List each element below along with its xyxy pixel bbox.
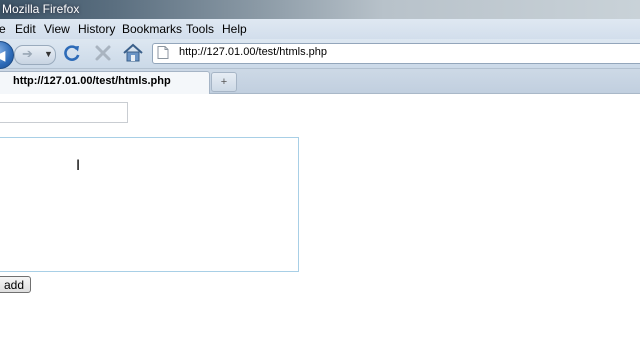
menu-tools[interactable]: Tools xyxy=(186,22,214,36)
textarea[interactable] xyxy=(0,137,299,272)
title-bar: Mozilla Firefox xyxy=(0,0,640,19)
plus-icon: + xyxy=(220,76,228,88)
menu-help[interactable]: Help xyxy=(222,22,247,36)
text-cursor-icon: I xyxy=(76,158,81,174)
window-title: Mozilla Firefox xyxy=(2,2,80,16)
stop-icon[interactable] xyxy=(93,43,113,63)
tab-title[interactable]: http://127.01.00/test/htmls.php xyxy=(13,75,171,87)
reload-icon[interactable] xyxy=(62,43,82,63)
menu-history[interactable]: History xyxy=(78,22,115,36)
menu-edit[interactable]: Edit xyxy=(15,22,36,36)
url-text[interactable]: http://127.01.00/test/htmls.php xyxy=(179,46,327,58)
menu-bookmarks[interactable]: Bookmarks xyxy=(122,22,182,36)
menu-view[interactable]: View xyxy=(44,22,70,36)
home-icon[interactable] xyxy=(122,42,144,64)
back-arrow-icon: ◀ xyxy=(0,47,5,63)
add-button[interactable]: add xyxy=(0,276,31,293)
history-dropdown-icon[interactable]: ▼ xyxy=(44,45,53,63)
page-icon xyxy=(157,46,169,59)
menu-bar: e Edit View History Bookmarks Tools Help xyxy=(0,19,640,39)
forward-arrow-icon: ➔ xyxy=(22,46,33,61)
new-tab-button[interactable]: + xyxy=(211,72,237,92)
menu-file[interactable]: e xyxy=(0,22,6,36)
text-input[interactable] xyxy=(0,102,128,123)
